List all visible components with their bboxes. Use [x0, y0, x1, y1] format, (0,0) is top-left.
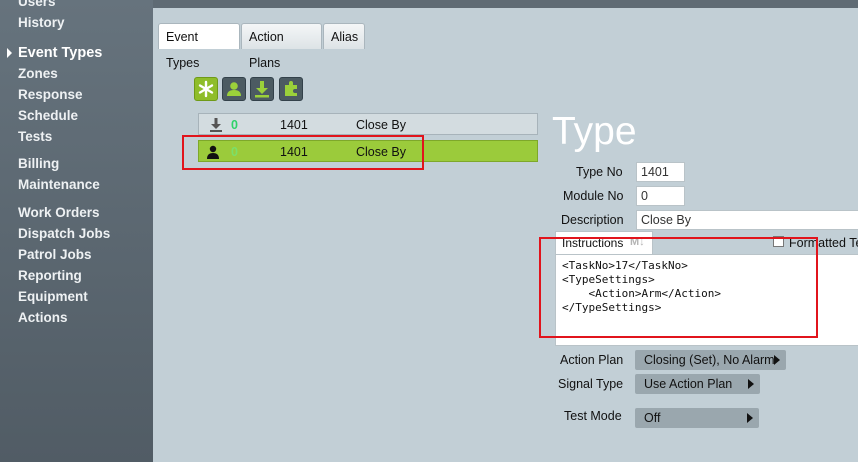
type-no-field[interactable] — [636, 162, 685, 182]
caret-right-icon — [747, 413, 753, 423]
tab-action-plans[interactable]: Action Plans — [241, 23, 322, 70]
sidebar-item-event-types[interactable]: Event Types — [7, 45, 103, 61]
description-label: Description — [561, 213, 624, 227]
sidebar-item-users[interactable]: Users — [18, 0, 56, 9]
sidebar-item-equipment[interactable]: Equipment — [18, 289, 88, 304]
top-bar — [153, 0, 858, 8]
formatted-label: Formatted Te — [789, 236, 858, 250]
action-plan-value: Closing (Set), No Alarm — [644, 353, 775, 367]
sidebar-item-reporting[interactable]: Reporting — [18, 268, 82, 283]
asterisk-icon — [198, 80, 214, 98]
sidebar-item-work-orders[interactable]: Work Orders — [18, 205, 100, 220]
caret-right-icon — [774, 355, 780, 365]
test-mode-label: Test Mode — [564, 409, 622, 423]
caret-right-icon — [748, 379, 754, 389]
tab-instructions[interactable]: Instructions M↓ — [555, 231, 653, 254]
list-item-selected[interactable]: 0 1401 Close By — [198, 140, 538, 162]
sidebar-item-label: Event Types — [18, 45, 103, 61]
sidebar-item-dispatch-jobs[interactable]: Dispatch Jobs — [18, 226, 110, 241]
sidebar-item-actions[interactable]: Actions — [18, 310, 68, 325]
markdown-icon: M↓ — [630, 236, 645, 248]
sidebar-item-tests[interactable]: Tests — [18, 129, 52, 144]
row-count: 0 — [231, 145, 238, 159]
sidebar-nav: Users History Event Types Zones Response… — [0, 0, 153, 462]
row-description: Close By — [356, 118, 407, 132]
sidebar-item-maintenance[interactable]: Maintenance — [18, 177, 100, 192]
sidebar-item-patrol-jobs[interactable]: Patrol Jobs — [18, 247, 92, 262]
add-user-button[interactable] — [222, 77, 246, 101]
row-description: Close By — [356, 145, 407, 159]
action-plan-select[interactable]: Closing (Set), No Alarm — [635, 350, 786, 370]
sidebar-item-history[interactable]: History — [18, 15, 65, 30]
page-title: Type — [552, 110, 637, 153]
description-field[interactable] — [636, 210, 858, 230]
import-button[interactable] — [250, 77, 274, 101]
signal-type-value: Use Action Plan — [644, 377, 733, 391]
instructions-tab-label: Instructions — [562, 236, 624, 250]
row-type-no: 1401 — [280, 145, 308, 159]
action-plan-label: Action Plan — [560, 353, 624, 367]
module-no-field[interactable] — [636, 186, 685, 206]
sidebar-item-schedule[interactable]: Schedule — [18, 108, 78, 123]
user-icon — [227, 82, 241, 96]
signal-type-label: Signal Type — [558, 377, 624, 391]
row-type-no: 1401 — [280, 118, 308, 132]
formatted-checkbox[interactable] — [773, 236, 784, 247]
module-no-label: Module No — [563, 189, 624, 203]
tab-alias[interactable]: Alias — [323, 23, 365, 49]
tab-event-types[interactable]: Event Types — [158, 23, 240, 70]
sidebar-item-billing[interactable]: Billing — [18, 156, 59, 171]
row-count: 0 — [231, 118, 238, 132]
plugin-icon — [285, 81, 297, 96]
add-button[interactable] — [194, 77, 218, 101]
list-item[interactable]: 0 1401 Close By — [198, 113, 538, 135]
download-icon — [210, 118, 222, 132]
signal-type-select[interactable]: Use Action Plan — [635, 374, 760, 394]
test-mode-value: Off — [644, 411, 661, 425]
sidebar-item-zones[interactable]: Zones — [18, 66, 58, 81]
caret-right-icon — [7, 48, 12, 58]
type-no-label: Type No — [576, 165, 623, 179]
test-mode-select[interactable]: Off — [635, 408, 759, 428]
instructions-editor[interactable]: <TaskNo>17</TaskNo> <TypeSettings> <Acti… — [555, 254, 858, 346]
sidebar-item-response[interactable]: Response — [18, 87, 83, 102]
user-icon — [207, 145, 219, 159]
plugin-button[interactable] — [279, 77, 303, 101]
download-icon — [255, 81, 269, 98]
